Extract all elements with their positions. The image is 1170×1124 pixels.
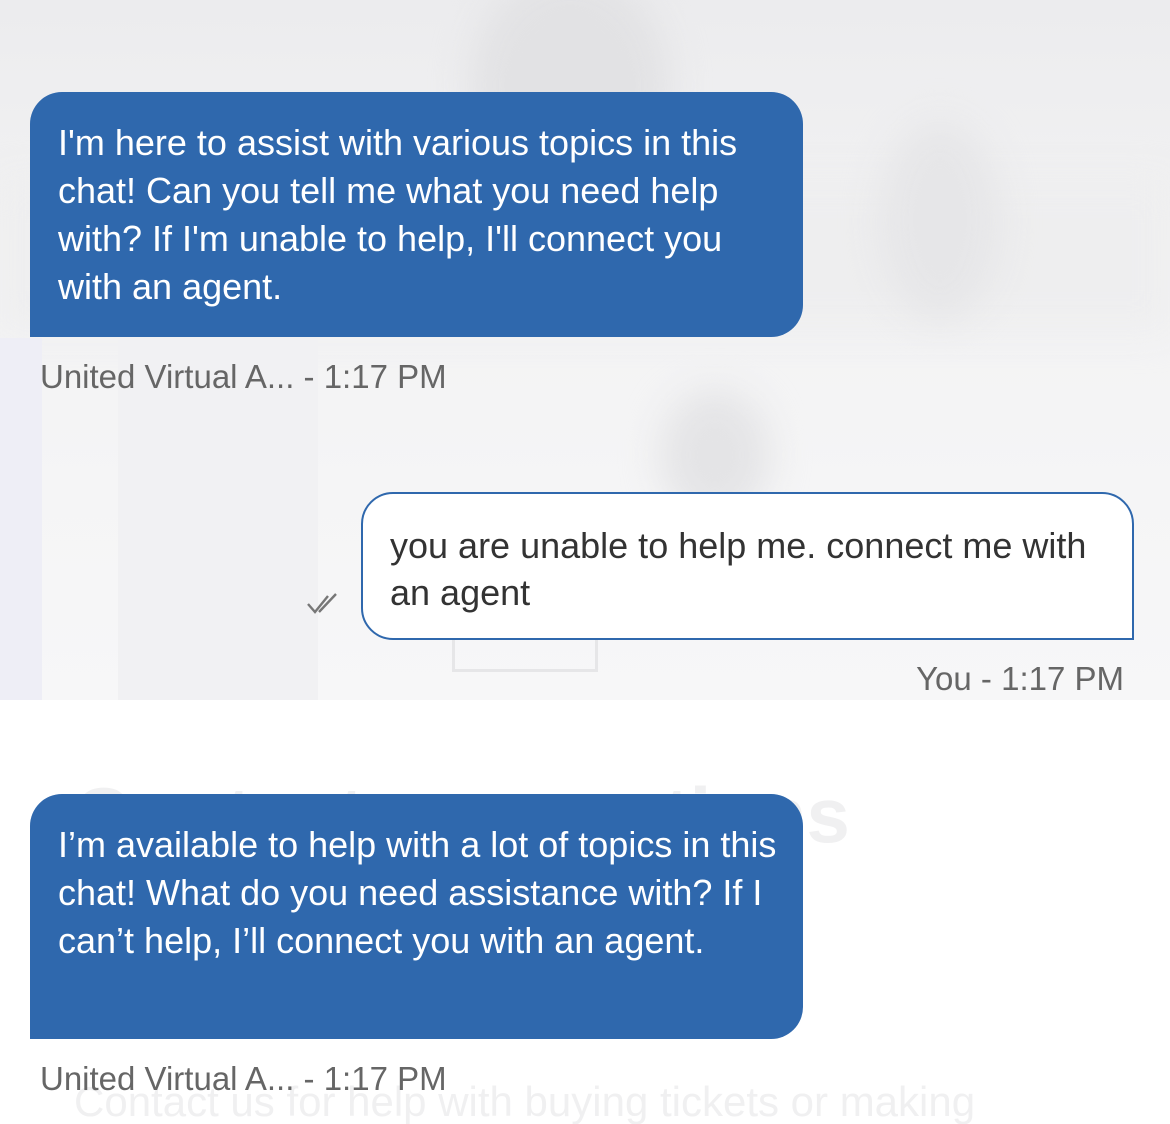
user-message-text: you are unable to help me. connect me wi… — [390, 525, 1087, 613]
chat-transcript: Contact reservations directory Contact u… — [0, 0, 1170, 1124]
user-message-meta: You - 1:17 PM — [916, 660, 1124, 697]
bot-message-meta: United Virtual A... - 1:17 PM — [40, 1060, 447, 1097]
bot-message-meta: United Virtual A... - 1:17 PM — [40, 358, 447, 395]
user-message-bubble: you are unable to help me. connect me wi… — [361, 492, 1134, 640]
bot-message-text: I'm here to assist with various topics i… — [58, 122, 738, 307]
bot-message-bubble: I’m available to help with a lot of topi… — [30, 794, 803, 1039]
double-check-icon — [307, 593, 337, 614]
bot-message-text: I’m available to help with a lot of topi… — [58, 824, 777, 961]
bot-message-bubble: I'm here to assist with various topics i… — [30, 92, 803, 337]
